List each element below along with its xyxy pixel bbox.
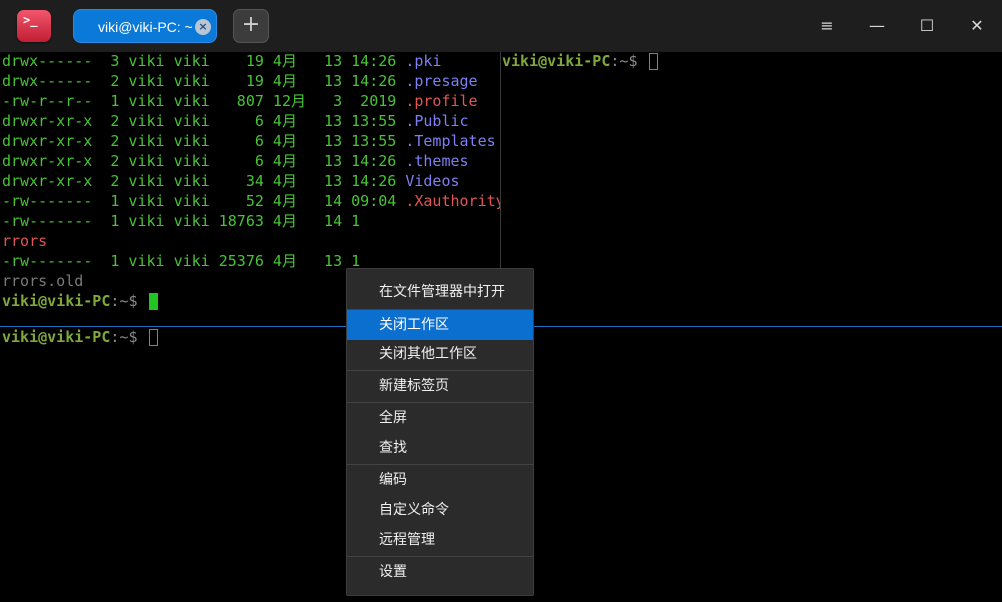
context-menu: 在文件管理器中打开 关闭工作区 关闭其他工作区 新建标签页 全屏 查找 编码 自…	[346, 268, 534, 596]
menu-item-fullscreen[interactable]: 全屏	[347, 403, 533, 433]
ls-line: -rw-r--r-- 1 viki viki 807 12月 3 2019 .p…	[2, 92, 478, 110]
ls-line: drwxr-xr-x 2 viki viki 6 4月 13 13:55 .Te…	[2, 132, 496, 150]
prompt-line: viki@viki-PC:~$	[2, 291, 158, 311]
menu-item-custom-commands[interactable]: 自定义命令	[347, 495, 533, 525]
terminal-app-icon[interactable]: >_	[17, 10, 51, 42]
tab-close-icon[interactable]: ×	[195, 19, 211, 35]
minimize-icon[interactable]: —	[865, 14, 889, 38]
menu-icon[interactable]: ≡	[815, 14, 839, 38]
menu-item-new-tab[interactable]: 新建标签页	[347, 371, 533, 401]
terminal-icon-glyph: >_	[23, 13, 38, 27]
menu-item-open-in-file-manager[interactable]: 在文件管理器中打开	[347, 277, 533, 307]
tab-terminal[interactable]: viki@viki-PC: ~ ×	[73, 9, 217, 43]
ls-line: -rw------- 1 viki viki 25376 4月 13 1	[2, 252, 361, 270]
terminal-cursor	[148, 329, 158, 346]
ls-line: rrors.old	[2, 272, 84, 290]
terminal-area[interactable]: drwx------ 3 viki viki 19 4月 13 14:26 .p…	[0, 52, 1002, 602]
menu-item-close-other-workspaces[interactable]: 关闭其他工作区	[347, 339, 533, 369]
tab-label: viki@viki-PC: ~	[98, 19, 193, 35]
ls-line: drwx------ 2 viki viki 19 4月 13 14:26 .p…	[2, 72, 478, 90]
maximize-icon[interactable]: ☐	[915, 14, 939, 38]
ls-line: -rw------- 1 viki viki 18763 4月 14 1	[2, 212, 361, 230]
prompt-line: viki@viki-PC:~$	[502, 51, 658, 71]
menu-item-settings[interactable]: 设置	[347, 557, 533, 587]
menu-item-find[interactable]: 查找	[347, 433, 533, 463]
ls-line: -rw------- 1 viki viki 52 4月 14 09:04 .X…	[2, 192, 500, 210]
ls-line: drwxr-xr-x 2 viki viki 6 4月 13 13:55 .Pu…	[2, 112, 469, 130]
add-tab-button[interactable]: +	[233, 9, 269, 43]
terminal-cursor	[648, 53, 658, 70]
close-icon[interactable]: ✕	[965, 14, 989, 38]
ls-line: drwx------ 3 viki viki 19 4月 13 14:26 .p…	[2, 52, 442, 70]
ls-line: drwxr-xr-x 2 viki viki 34 4月 13 14:26 Vi…	[2, 172, 460, 190]
prompt-line: viki@viki-PC:~$	[2, 327, 158, 347]
ls-line: drwxr-xr-x 2 viki viki 6 4月 13 14:26 .th…	[2, 152, 469, 170]
title-bar: >_ viki@viki-PC: ~ × + ≡ — ☐ ✕	[0, 0, 1002, 52]
ls-line: rrors	[2, 232, 48, 250]
terminal-cursor	[148, 293, 158, 310]
terminal-pane-top-right[interactable]: viki@viki-PC:~$	[502, 52, 1002, 326]
menu-item-close-workspace[interactable]: 关闭工作区	[347, 310, 533, 340]
menu-item-encoding[interactable]: 编码	[347, 465, 533, 495]
menu-item-remote-management[interactable]: 远程管理	[347, 525, 533, 555]
